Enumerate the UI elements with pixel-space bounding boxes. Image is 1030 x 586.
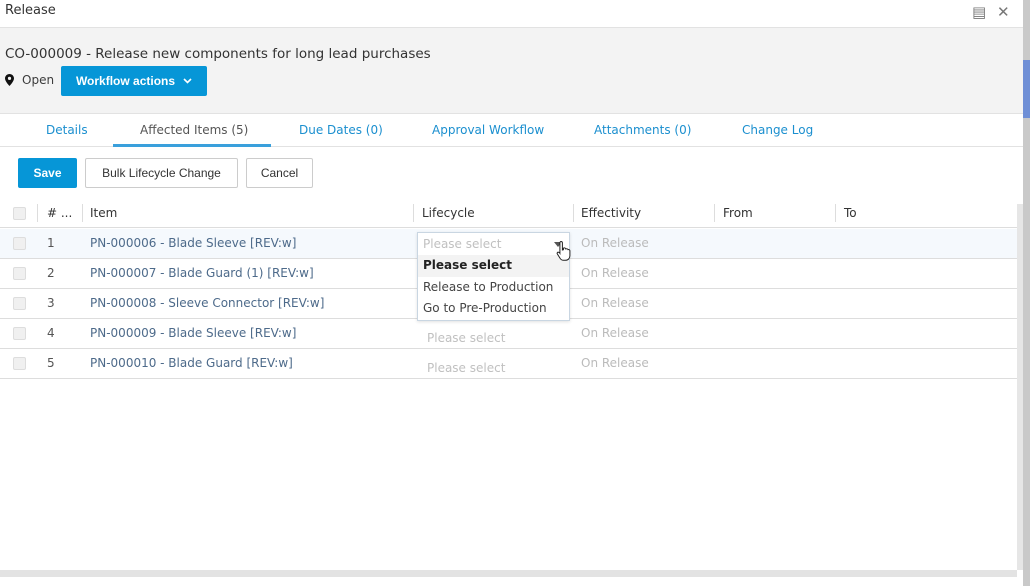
row-checkbox[interactable] <box>13 237 26 250</box>
tab-affected-items[interactable]: Affected Items (5) <box>140 123 248 137</box>
column-separator <box>835 204 836 222</box>
workflow-actions-label: Workflow actions <box>75 74 176 88</box>
column-separator <box>82 204 83 222</box>
item-link[interactable]: PN-000006 - Blade Sleeve [REV:w] <box>90 236 296 250</box>
effectivity-cell: On Release <box>581 236 649 250</box>
effectivity-cell: On Release <box>581 266 649 280</box>
maximize-icon[interactable]: ▤ <box>972 3 986 21</box>
release-dialog: Release ▤ ✕ CO-000009 - Release new comp… <box>0 0 1023 586</box>
row-checkbox[interactable] <box>13 327 26 340</box>
column-separator <box>413 204 414 222</box>
option-go-to-pre-production[interactable]: Go to Pre-Production <box>418 298 569 320</box>
status-label: Open <box>22 73 55 87</box>
option-please-select[interactable]: Please select <box>418 255 569 277</box>
hand-cursor-icon <box>556 240 571 261</box>
tab-change-log[interactable]: Change Log <box>742 123 813 137</box>
column-separator <box>714 204 715 222</box>
chevron-down-icon <box>183 78 192 84</box>
horizontal-scrollbar[interactable] <box>0 570 1017 577</box>
active-tab-indicator <box>113 144 271 147</box>
table-row[interactable]: 5 PN-000010 - Blade Guard [REV:w] Please… <box>0 349 1017 379</box>
tab-details[interactable]: Details <box>46 123 88 137</box>
lifecycle-select-open[interactable]: Please select <box>418 233 569 255</box>
lifecycle-select[interactable]: Please select <box>427 361 505 375</box>
effectivity-cell: On Release <box>581 326 649 340</box>
title-bar: Release ▤ ✕ <box>0 0 1023 28</box>
window-title: Release <box>5 3 56 18</box>
workflow-actions-button[interactable]: Workflow actions <box>61 66 207 96</box>
dropdown-current-value: Please select <box>423 237 502 251</box>
save-button[interactable]: Save <box>18 158 77 188</box>
row-checkbox[interactable] <box>13 357 26 370</box>
column-from[interactable]: From <box>723 206 753 220</box>
lifecycle-dropdown[interactable]: Please select Please select Release to P… <box>417 232 570 321</box>
grid-header: # ... Item Lifecycle Effectivity From To <box>0 200 1017 228</box>
row-number: 2 <box>47 266 55 280</box>
column-effectivity[interactable]: Effectivity <box>581 206 641 220</box>
item-link[interactable]: PN-000009 - Blade Sleeve [REV:w] <box>90 326 296 340</box>
tab-attachments[interactable]: Attachments (0) <box>594 123 691 137</box>
cancel-button[interactable]: Cancel <box>246 158 313 188</box>
column-number[interactable]: # ... <box>47 206 72 220</box>
table-row[interactable]: 4 PN-000009 - Blade Sleeve [REV:w] Pleas… <box>0 319 1017 349</box>
record-title: CO-000009 - Release new components for l… <box>5 46 431 62</box>
column-separator <box>37 204 38 222</box>
column-lifecycle[interactable]: Lifecycle <box>422 206 475 220</box>
status: Open <box>5 73 54 87</box>
close-icon[interactable]: ✕ <box>997 3 1010 21</box>
effectivity-cell: On Release <box>581 296 649 310</box>
row-number: 1 <box>47 236 55 250</box>
tab-bar: Details Affected Items (5) Due Dates (0)… <box>0 114 1023 147</box>
row-number: 4 <box>47 326 55 340</box>
column-item[interactable]: Item <box>90 206 117 220</box>
row-number: 5 <box>47 356 55 370</box>
vertical-scrollbar[interactable] <box>1017 204 1023 570</box>
item-link[interactable]: PN-000007 - Blade Guard (1) [REV:w] <box>90 266 314 280</box>
option-release-to-production[interactable]: Release to Production <box>418 277 569 299</box>
background-image-strip <box>1023 60 1030 118</box>
row-number: 3 <box>47 296 55 310</box>
location-pin-icon <box>5 74 14 86</box>
tab-due-dates[interactable]: Due Dates (0) <box>299 123 383 137</box>
select-all-checkbox[interactable] <box>13 207 26 220</box>
effectivity-cell: On Release <box>581 356 649 370</box>
bulk-lifecycle-change-button[interactable]: Bulk Lifecycle Change <box>85 158 238 188</box>
item-link[interactable]: PN-000008 - Sleeve Connector [REV:w] <box>90 296 324 310</box>
tab-approval-workflow[interactable]: Approval Workflow <box>432 123 544 137</box>
row-checkbox[interactable] <box>13 267 26 280</box>
column-to[interactable]: To <box>844 206 857 220</box>
lifecycle-select[interactable]: Please select <box>427 331 505 345</box>
item-link[interactable]: PN-000010 - Blade Guard [REV:w] <box>90 356 293 370</box>
record-header: CO-000009 - Release new components for l… <box>0 28 1023 114</box>
row-checkbox[interactable] <box>13 297 26 310</box>
column-separator <box>573 204 574 222</box>
